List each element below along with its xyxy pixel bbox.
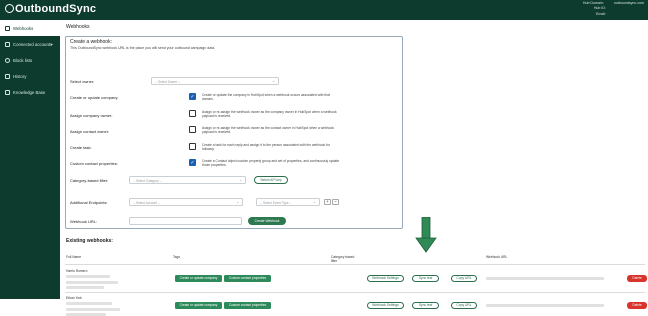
tag-badge: Custom contact properties [224, 275, 271, 282]
sidebar-item-connected-accounts[interactable]: Connected accounts ⌄ [0, 36, 60, 52]
webhook-settings-button[interactable]: Webhook Settings [367, 302, 404, 309]
redacted-text [66, 286, 104, 289]
select-owner-label: Select owner: [70, 79, 95, 84]
endpoint-type-value: -- Select Event Type -- [260, 201, 292, 205]
webhook-url-label: Webhook URL: [70, 219, 98, 224]
create-task-label: Create task: [70, 145, 92, 150]
assign-contact-owner-checkbox[interactable] [189, 126, 196, 133]
book-icon [5, 89, 10, 95]
assign-company-owner-label: Assign company owner: [70, 113, 113, 118]
sidebar-item-webhooks[interactable]: Webhooks [0, 20, 60, 36]
tag-badge: Custom contact properties [224, 302, 271, 309]
category-select[interactable]: -- Select Category -- ⌄ [129, 176, 246, 184]
sidebar: Webhooks Connected accounts ⌄ Block lists… [0, 20, 60, 299]
col-header-full-name: Full Name [66, 255, 82, 259]
sidebar-item-label: Webhooks [13, 25, 34, 31]
owner-select[interactable]: -- Select Owner -- ⌄ [151, 77, 279, 85]
custom-contact-checkbox[interactable]: ✓ [189, 159, 196, 166]
existing-webhooks-title: Existing webhooks: [66, 238, 113, 244]
app-logo: OutboundSync [5, 3, 96, 15]
sidebar-item-knowledge-base[interactable]: Knowledge Base [0, 84, 60, 100]
form-title: Create a webhook: [70, 39, 112, 45]
redacted-url [486, 304, 604, 307]
chevron-down-icon: ⌄ [313, 200, 316, 204]
sidebar-item-block-lists[interactable]: Block lists [0, 52, 60, 68]
create-webhook-form: Create a webhook: This OutboundSync webh… [65, 36, 403, 229]
sync-test-button[interactable]: Sync test [412, 275, 439, 282]
endpoint-account-select[interactable]: -- Select Account -- ⌄ [129, 198, 243, 206]
webhook-settings-button[interactable]: Webhook Settings [367, 275, 404, 282]
col-header-category-filter: Category based filter [331, 255, 355, 263]
chevron-down-icon: ⌄ [272, 79, 275, 83]
table-divider [65, 264, 645, 265]
custom-contact-label: Custom contact properties: [70, 161, 118, 166]
redacted-text [66, 308, 120, 311]
logo-icon [5, 4, 14, 13]
sidebar-item-history[interactable]: History [0, 68, 60, 84]
sidebar-item-label: Knowledge Base [13, 89, 46, 95]
link-icon [5, 41, 10, 47]
create-task-checkbox[interactable] [189, 143, 196, 150]
create-company-checkbox[interactable]: ✓ [189, 93, 196, 100]
chevron-down-icon: ⌄ [49, 41, 54, 47]
endpoint-type-select[interactable]: -- Select Event Type -- ⌄ [256, 198, 320, 206]
tag-badge: Create or update company [175, 275, 222, 282]
assign-contact-owner-desc: Assign or re-assign the webhook owner as… [202, 126, 334, 135]
hub-domain-value: outboundsync.com [613, 1, 644, 5]
copy-url-button[interactable]: Copy URL [451, 275, 477, 282]
arrow-down-icon [415, 217, 437, 253]
row-full-name: Harris Romero [66, 269, 88, 273]
sync-test-button[interactable]: Sync test [412, 302, 439, 309]
top-bar: OutboundSync Hub Domain: outboundsync.com… [0, 0, 648, 20]
additional-endpoints-label: Additional Endpoints: [70, 200, 108, 205]
sidebar-item-label: Block lists [13, 57, 33, 63]
form-subtitle: This OutboundSync webhook URL is the pla… [70, 46, 216, 50]
brand-name: OutboundSync [15, 3, 97, 15]
row-divider [65, 292, 645, 293]
redacted-url [486, 277, 604, 280]
tag-badge: Create or update company [175, 302, 222, 309]
redacted-text [66, 302, 112, 305]
add-endpoint-button[interactable]: + [324, 199, 331, 205]
endpoint-account-value: -- Select Account -- [133, 201, 161, 205]
sidebar-item-label: History [13, 73, 27, 79]
col-header-webhook-url: Webhook URL [486, 255, 508, 259]
owner-select-value: -- Select Owner -- [155, 80, 181, 84]
main-content: Webhooks Create a webhook: This Outbound… [60, 20, 648, 316]
sidebar-item-label: Connected accounts [13, 41, 53, 47]
redacted-text [66, 275, 110, 278]
chevron-down-icon: ⌄ [239, 178, 242, 182]
assign-company-owner-checkbox[interactable] [189, 110, 196, 117]
create-task-desc: Create a task for each reply and assign … [202, 143, 330, 152]
email-label: Email: [596, 11, 606, 16]
delete-button[interactable]: Delete [627, 302, 647, 309]
copy-url-button[interactable]: Copy URL [451, 302, 477, 309]
history-icon [5, 73, 10, 79]
webhook-url-input[interactable] [129, 217, 242, 225]
category-select-value: -- Select Category -- [133, 179, 162, 183]
assign-contact-owner-label: Assign contact owner: [70, 129, 110, 134]
account-info: Hub Domain: outboundsync.com Hub ID: Emai… [583, 1, 644, 17]
remove-endpoint-button[interactable]: − [332, 199, 339, 205]
create-webhook-button[interactable]: Create Webhook [248, 217, 286, 225]
chevron-down-icon: ⌄ [236, 200, 239, 204]
col-header-tags: Tags [173, 255, 180, 259]
page-title: Webhooks [66, 24, 90, 30]
delete-button[interactable]: Delete [627, 275, 647, 282]
webhook-icon [5, 25, 10, 31]
assign-company-owner-desc: Assign or re-assign the webhook owner as… [202, 110, 337, 119]
category-filter-label: Category-based filter: [70, 178, 109, 183]
block-icon [5, 57, 10, 63]
create-company-desc: Create or update the company in HubSpot … [202, 93, 330, 102]
create-company-label: Create or update company: [70, 95, 119, 100]
redacted-text [66, 281, 118, 284]
custom-contact-desc: Create a Contact object custom property … [202, 159, 340, 168]
row-full-name: Ethan York [66, 296, 82, 300]
select-api-key-button[interactable]: Select API key [254, 176, 288, 184]
